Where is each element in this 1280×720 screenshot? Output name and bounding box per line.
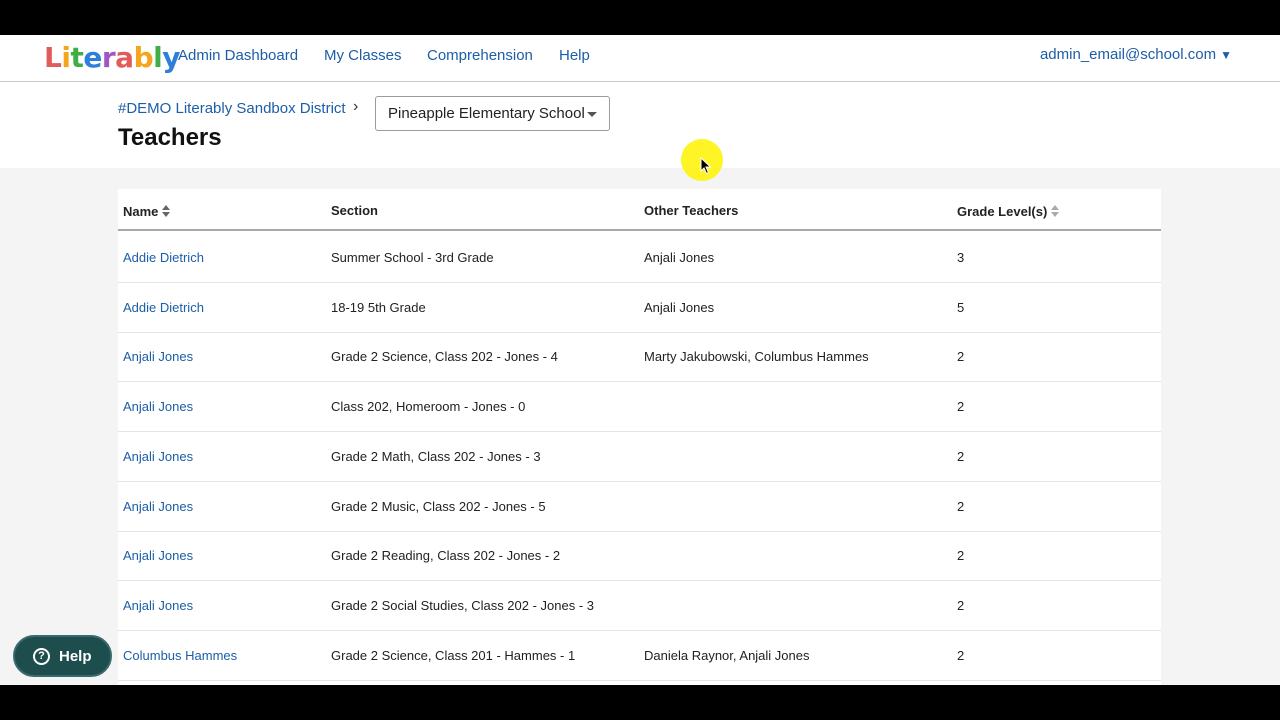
grade-cell: 2	[957, 647, 965, 663]
section-cell: Grade 2 Science, Class 201 - Hammes - 1	[331, 647, 576, 663]
table-row: Anjali Jones Grade 2 Social Studies, Clas…	[118, 581, 1161, 631]
grade-cell: 2	[957, 349, 965, 365]
table-row: Columbus Hammes Grade 2 Science, Class 20…	[118, 631, 1161, 681]
section-cell: Class 202, Homeroom - Jones - 0	[331, 399, 526, 415]
col-section-header: Section	[331, 203, 378, 218]
nav-admin-dashboard[interactable]: Admin Dashboard	[178, 47, 298, 65]
logo-letter: e	[83, 41, 102, 74]
teacher-name-link[interactable]: Anjali Jones	[123, 449, 193, 465]
help-widget-button[interactable]: ? Help	[13, 635, 112, 677]
help-widget-label: Help	[59, 648, 92, 665]
table-row: Anjali Jones Grade 2 Reading, Class 202 -…	[118, 531, 1161, 582]
dropdown-caret-icon	[587, 112, 597, 117]
section-cell: Grade 2 Science, Class 202 - Jones - 4	[331, 349, 558, 365]
account-email: admin_email@school.com	[1039, 46, 1217, 63]
teacher-name-link[interactable]: Anjali Jones	[123, 499, 193, 515]
question-circle-icon: ?	[33, 648, 50, 665]
teacher-name-link[interactable]: Addie Dietrich	[123, 250, 204, 266]
section-cell: Grade 2 Social Studies, Class 202 - Jone…	[331, 597, 595, 613]
table-row: Addie Dietrich 18-19 5th Grade Anjali Jone…	[118, 283, 1161, 333]
logo-letter: L	[44, 41, 62, 74]
section-cell: Grade 2 Math, Class 202 - Jones - 3	[331, 448, 541, 464]
col-grade-label: Grade Level(s)	[957, 204, 1048, 219]
logo-letter: a	[115, 41, 134, 74]
nav-help[interactable]: Help	[559, 47, 590, 65]
account-menu[interactable]: admin_email@school.com ▼	[1040, 46, 1232, 64]
teacher-name-link[interactable]: Anjali Jones	[123, 548, 193, 564]
col-name-label: Name	[123, 204, 159, 219]
nav-my-classes[interactable]: My Classes	[324, 47, 402, 65]
grade-cell: 2	[957, 399, 965, 415]
table-row: Anjali Jones Grade 2 Music, Class 202 - J…	[118, 482, 1161, 532]
top-navbar: Literably Admin Dashboard My Classes Com…	[0, 35, 1280, 82]
other-teachers-cell: Anjali Jones	[644, 299, 715, 315]
other-teachers-cell: Marty Jakubowski, Columbus Hammes	[644, 349, 869, 365]
page-header: #DEMO Literably Sandbox District › Pinea…	[0, 82, 1280, 168]
breadcrumb-district[interactable]: #DEMO Literably Sandbox District	[118, 100, 346, 118]
teacher-name-link[interactable]: Anjali Jones	[123, 349, 193, 365]
sort-icon	[1051, 204, 1060, 219]
col-other-teachers-header: Other Teachers	[644, 203, 739, 218]
col-grade-header[interactable]: Grade Level(s)	[957, 204, 1060, 220]
table-header: Name Section Other Teachers Grade Level(…	[118, 189, 1161, 231]
logo-letter: b	[133, 41, 154, 74]
section-cell: Summer School - 3rd Grade	[331, 250, 494, 265]
teacher-name-link[interactable]: Addie Dietrich	[123, 300, 204, 316]
teacher-name-link[interactable]: Columbus Hammes	[123, 648, 237, 664]
nav-comprehension[interactable]: Comprehension	[427, 47, 533, 65]
app-frame: Literably Admin Dashboard My Classes Com…	[0, 35, 1280, 685]
logo-letter: i	[61, 41, 71, 74]
school-select-value: Pineapple Elementary School	[388, 105, 585, 122]
section-cell: Grade 2 Reading, Class 202 - Jones - 2	[331, 548, 561, 564]
section-cell: Grade 2 Music, Class 202 - Jones - 5	[331, 498, 546, 514]
teacher-name-link[interactable]: Anjali Jones	[123, 399, 193, 415]
grade-cell: 2	[957, 498, 965, 514]
col-name-header[interactable]: Name	[123, 204, 171, 220]
logo-letter: t	[70, 41, 84, 74]
table-row: Addie Dietrich Summer School - 3rd Grade A…	[118, 233, 1161, 283]
page-title: Teachers	[118, 124, 222, 151]
table-row: Anjali Jones Grade 2 Math, Class 202 - Jo…	[118, 432, 1161, 482]
other-teachers-cell: Anjali Jones	[644, 250, 715, 265]
literably-logo[interactable]: Literably	[44, 38, 180, 78]
section-cell: 18-19 5th Grade	[331, 299, 426, 315]
logo-letter: r	[101, 41, 116, 74]
grade-cell: 2	[957, 548, 965, 564]
chevron-right-icon: ›	[353, 98, 359, 115]
grade-cell: 5	[957, 299, 965, 315]
teacher-name-link[interactable]: Anjali Jones	[123, 598, 193, 614]
grade-cell: 2	[957, 448, 965, 464]
sort-icon	[162, 204, 171, 219]
grade-cell: 2	[957, 597, 965, 613]
table-row: Anjali Jones Grade 2 Science, Class 202 -…	[118, 332, 1161, 383]
chevron-down-icon: ▼	[1220, 48, 1232, 62]
other-teachers-cell: Daniela Raynor, Anjali Jones	[644, 647, 810, 663]
table-row: Anjali Jones Class 202, Homeroom - Jones …	[118, 382, 1161, 433]
school-select[interactable]: Pineapple Elementary School	[375, 96, 610, 131]
grade-cell: 3	[957, 250, 965, 265]
teachers-table: Name Section Other Teachers Grade Level(…	[118, 189, 1161, 685]
logo-letter: l	[153, 41, 163, 74]
